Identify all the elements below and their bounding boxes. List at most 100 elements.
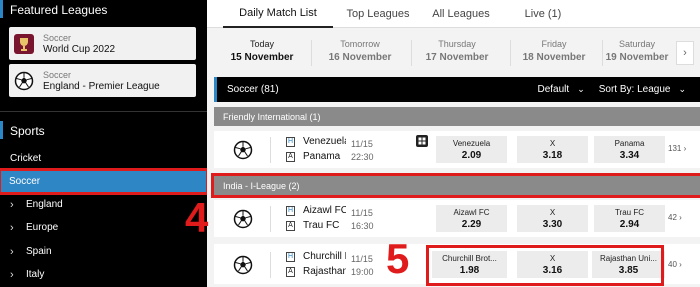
- sidebar-item-label: England: [26, 199, 63, 210]
- tab-live[interactable]: Live (1): [515, 0, 571, 28]
- soccer-ball-icon: [233, 140, 253, 160]
- date-weekday: Tomorrow: [340, 39, 380, 49]
- chevron-right-icon: ›: [10, 221, 14, 234]
- sport-accent-bar: [214, 77, 217, 102]
- odds-value: 3.30: [542, 219, 563, 230]
- chevron-right-icon: ›: [10, 245, 14, 258]
- odds-value: 2.94: [619, 219, 640, 230]
- away-team: Rajasthan United: [303, 266, 346, 277]
- next-dates-button[interactable]: ›: [676, 41, 694, 65]
- home-team: Aizawl FC: [303, 205, 346, 216]
- row-divider: [270, 206, 271, 232]
- world-cup-icon: [14, 33, 34, 54]
- match-time: 19:00: [351, 267, 374, 277]
- date-thursday[interactable]: Thursday 17 November: [407, 38, 507, 64]
- sidebar-item-italy[interactable]: › Italy: [0, 264, 207, 285]
- default-select-label: Default: [537, 84, 570, 95]
- tab-top-leagues[interactable]: Top Leagues: [333, 0, 423, 28]
- tab-bar: Daily Match List Top Leagues All Leagues…: [207, 0, 700, 28]
- date-selector: Today 15 November Tomorrow 16 November T…: [207, 30, 700, 74]
- date-weekday: Friday: [541, 39, 567, 49]
- date-label: 17 November: [425, 52, 489, 63]
- date-label: 16 November: [328, 52, 392, 63]
- odds-label: X: [549, 208, 556, 217]
- date-tomorrow[interactable]: Tomorrow 16 November: [310, 38, 410, 64]
- sidebar-item-label: Italy: [26, 269, 45, 280]
- section-accent-bar: [0, 121, 3, 139]
- sidebar-item-label: Soccer: [9, 176, 41, 187]
- more-markets-link[interactable]: 40 ›: [668, 260, 682, 269]
- date-friday[interactable]: Friday 18 November: [504, 38, 604, 64]
- away-indicator: A: [286, 152, 295, 162]
- sidebar-item-europe[interactable]: › Europe: [0, 217, 207, 238]
- row-divider: [270, 252, 271, 278]
- home-indicator: H: [286, 206, 295, 216]
- featured-leagues-title: Featured Leagues: [10, 3, 108, 17]
- soccer-ball-icon: [233, 209, 253, 229]
- date-saturday[interactable]: Saturday 19 November: [603, 38, 671, 64]
- match-row[interactable]: H A Aizawl FC Trau FC 11/15 16:30 Aizawl…: [214, 200, 700, 237]
- date-label: 15 November: [230, 52, 294, 63]
- match-date: 11/15: [351, 254, 373, 264]
- step-4-annotation: 4: [185, 194, 209, 241]
- odds-home-button[interactable]: Aizawl FC 2.29: [436, 205, 507, 232]
- chevron-right-icon: ›: [10, 198, 14, 211]
- odds-value: 2.09: [461, 150, 482, 161]
- tab-daily-match-list[interactable]: Daily Match List: [223, 0, 333, 28]
- row-divider: [270, 137, 271, 163]
- sidebar: Featured Leagues Soccer World Cup 2022 S…: [0, 0, 207, 287]
- featured-sport-label: Soccer: [43, 32, 72, 43]
- stats-icon[interactable]: [416, 135, 428, 147]
- date-label: 18 November: [522, 52, 586, 63]
- odds-highlight-box: [426, 245, 664, 286]
- match-row[interactable]: H A Venezuela Panama 11/15 22:30 Venezue…: [214, 131, 700, 168]
- default-select[interactable]: Default ⌄: [538, 84, 585, 95]
- date-weekday: Thursday: [438, 39, 476, 49]
- sidebar-item-england[interactable]: › England: [0, 194, 207, 215]
- date-today[interactable]: Today 15 November: [212, 38, 312, 64]
- sidebar-divider: [0, 111, 207, 112]
- step-5-annotation: 5: [386, 235, 410, 282]
- home-indicator: H: [286, 137, 295, 147]
- sidebar-item-soccer[interactable]: Soccer: [0, 168, 207, 195]
- soccer-ball-icon: [233, 255, 253, 275]
- odds-value: 2.29: [461, 219, 482, 230]
- odds-draw-button[interactable]: X 3.30: [517, 205, 588, 232]
- date-label: 19 November: [605, 52, 669, 63]
- tab-all-leagues[interactable]: All Leagues: [423, 0, 499, 28]
- date-weekday: Today: [249, 39, 275, 49]
- odds-away-button[interactable]: Trau FC 2.94: [594, 205, 665, 232]
- featured-league-premier-league[interactable]: Soccer England - Premier League: [9, 64, 196, 97]
- league-header-india-i-league[interactable]: India - I-League (2): [211, 173, 700, 198]
- odds-value: 3.18: [542, 150, 563, 161]
- odds-label: Trau FC: [614, 208, 645, 217]
- soccer-ball-icon: [14, 71, 34, 90]
- main-content: Daily Match List Top Leagues All Leagues…: [207, 0, 700, 287]
- odds-label: Panama: [614, 139, 645, 148]
- chevron-down-icon: ⌄: [577, 84, 585, 94]
- date-weekday: Saturday: [618, 39, 656, 49]
- odds-home-button[interactable]: Venezuela 2.09: [436, 136, 507, 163]
- match-time: 16:30: [351, 221, 374, 231]
- sort-select-label: Sort By: League: [598, 84, 671, 95]
- sport-header: Soccer (81) Default ⌄ Sort By: League ⌄: [214, 77, 700, 102]
- odds-away-button[interactable]: Panama 3.34: [594, 136, 665, 163]
- match-date: 11/15: [351, 208, 373, 218]
- odds-label: Venezuela: [452, 139, 491, 148]
- league-header-friendly[interactable]: Friendly International (1): [214, 107, 700, 126]
- more-markets-link[interactable]: 42 ›: [668, 213, 682, 222]
- away-team: Trau FC: [303, 220, 340, 231]
- sort-select[interactable]: Sort By: League ⌄: [599, 84, 686, 95]
- sidebar-item-cricket[interactable]: Cricket: [0, 148, 207, 169]
- featured-league-name: England - Premier League: [43, 80, 160, 92]
- featured-league-name: World Cup 2022: [43, 43, 116, 55]
- section-accent-bar: [0, 0, 3, 18]
- sidebar-item-label: Spain: [26, 246, 52, 257]
- odds-draw-button[interactable]: X 3.18: [517, 136, 588, 163]
- featured-league-world-cup[interactable]: Soccer World Cup 2022: [9, 27, 196, 60]
- sidebar-item-spain[interactable]: › Spain: [0, 241, 207, 262]
- chevron-right-icon: ›: [10, 268, 14, 281]
- odds-value: 3.34: [619, 150, 640, 161]
- home-team: Churchill Brothers: [303, 251, 346, 262]
- more-markets-link[interactable]: 131 ›: [668, 144, 686, 153]
